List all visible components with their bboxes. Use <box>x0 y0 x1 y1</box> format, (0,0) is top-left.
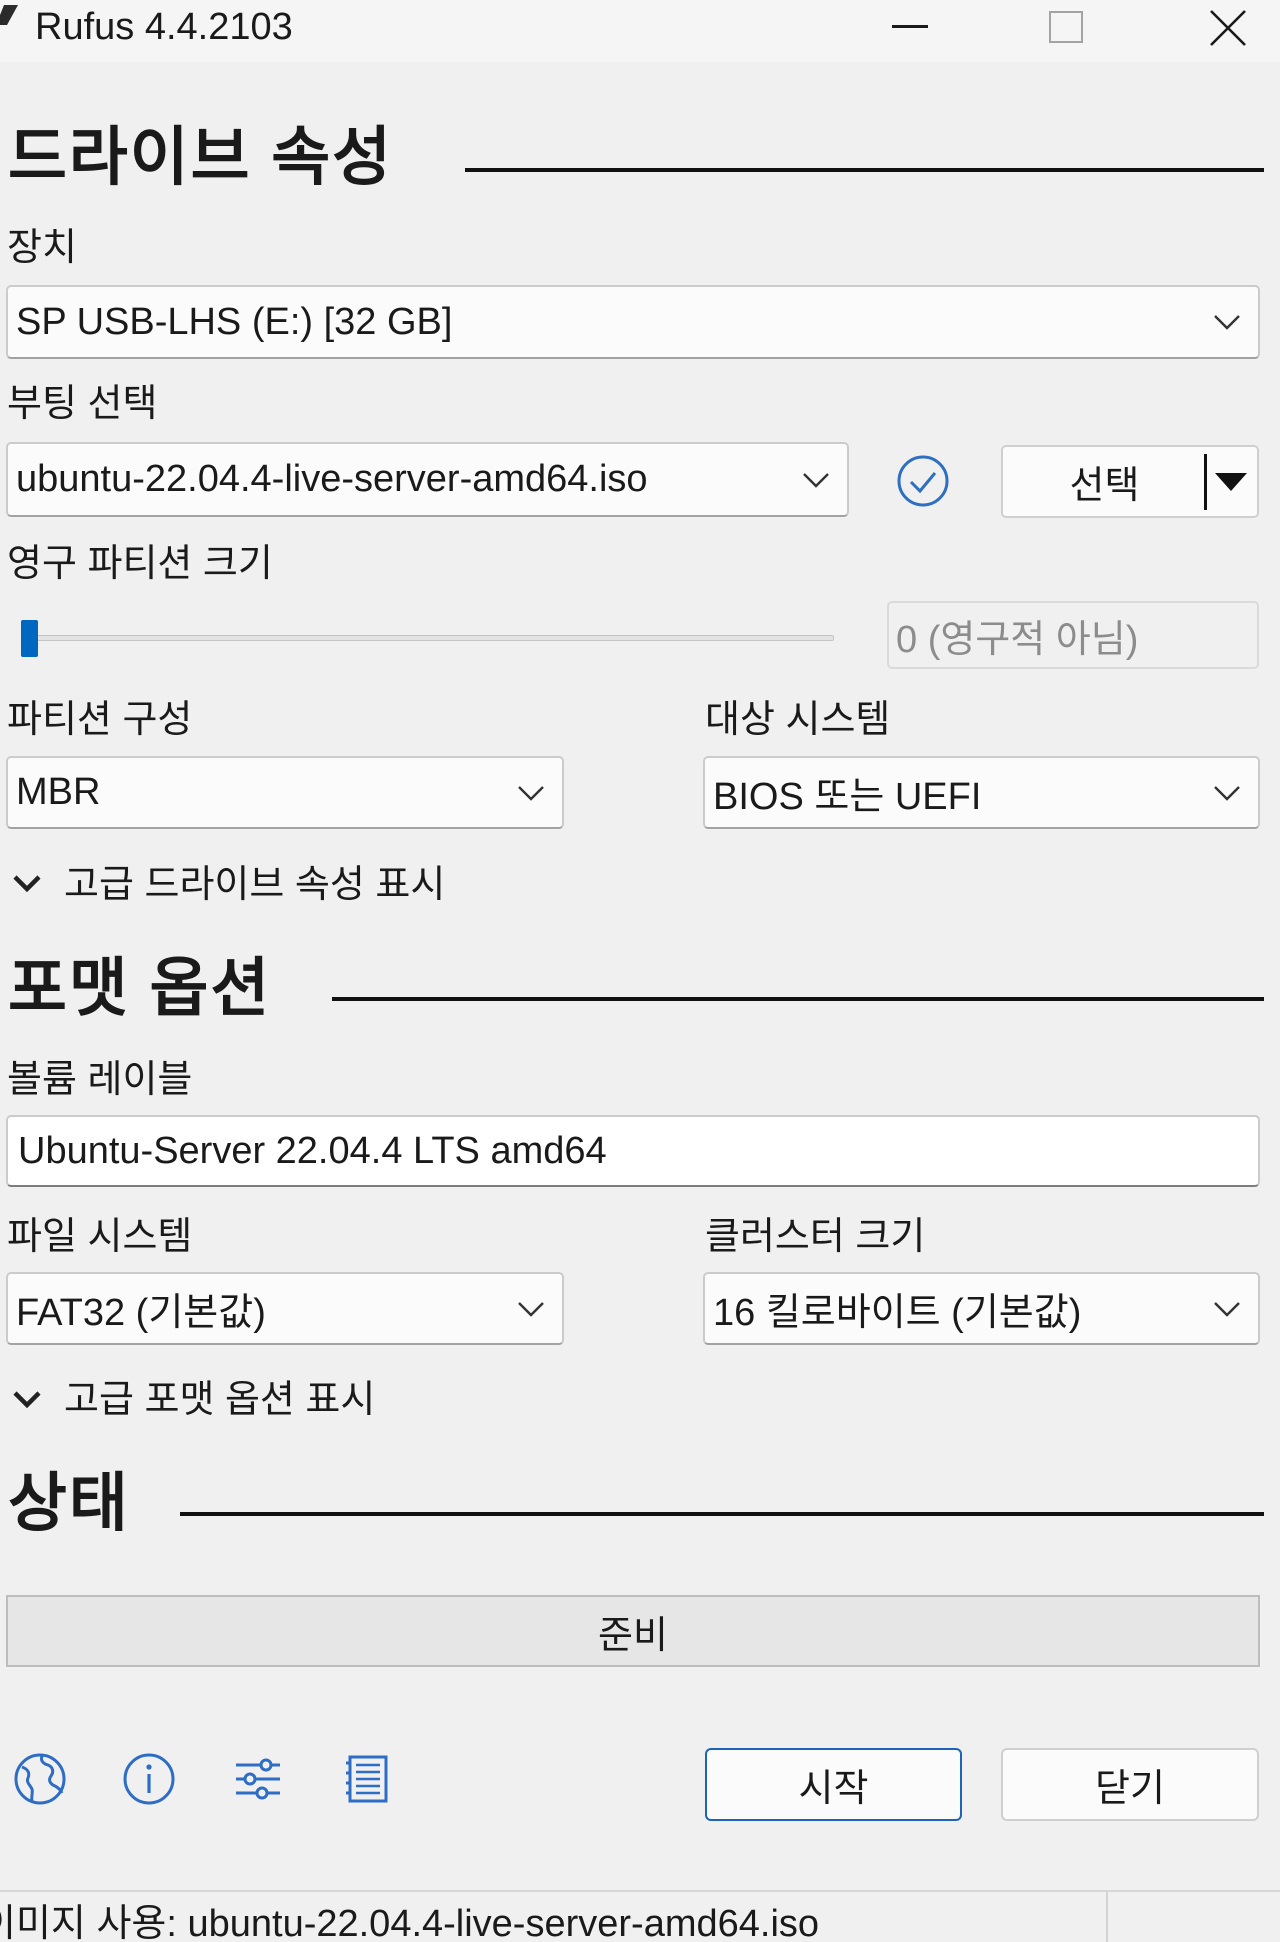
cluster-size-value: 16 킬로바이트 (기본값) <box>713 1292 1082 1334</box>
dropdown-arrow-icon[interactable] <box>1215 473 1247 491</box>
persistent-partition-label: 영구 파티션 크기 <box>7 543 273 585</box>
check-circle-icon <box>897 455 949 507</box>
log-icon[interactable] <box>340 1751 396 1807</box>
file-system-label: 파일 시스템 <box>7 1216 193 1258</box>
chevron-down-icon <box>803 472 829 488</box>
boot-selection-value: ubuntu-22.04.4-live-server-amd64.iso <box>16 458 648 500</box>
chevron-down-icon <box>1214 315 1240 330</box>
format-options-divider <box>332 997 1264 1001</box>
progress-bar: 준비 <box>6 1595 1260 1667</box>
persistent-partition-slider[interactable] <box>25 635 834 641</box>
globe-icon[interactable] <box>12 1751 68 1807</box>
cluster-size-label: 클러스터 크기 <box>705 1216 926 1258</box>
drive-properties-heading: 드라이브 속성 <box>8 121 394 193</box>
info-icon[interactable] <box>121 1751 177 1807</box>
partition-scheme-value: MBR <box>16 771 101 813</box>
persistent-partition-text: 0 (영구적 아님) <box>896 618 1139 661</box>
device-select[interactable]: SP USB-LHS (E:) [32 GB] <box>6 285 1260 359</box>
persistent-partition-value: 0 (영구적 아님) <box>887 601 1259 669</box>
expand-chevron-icon[interactable] <box>12 1390 42 1408</box>
expand-chevron-icon[interactable] <box>12 874 42 892</box>
chevron-down-icon <box>1214 785 1240 801</box>
chevron-down-icon <box>1214 1301 1240 1317</box>
cluster-size-select[interactable]: 16 킬로바이트 (기본값) <box>703 1272 1260 1345</box>
status-divider <box>180 1512 1264 1516</box>
rufus-icon <box>0 5 18 25</box>
format-options-heading: 포맷 옵션 <box>8 952 272 1024</box>
boot-selection-label: 부팅 선택 <box>7 383 158 425</box>
status-heading: 상태 <box>8 1467 130 1539</box>
device-label: 장치 <box>7 227 77 269</box>
drive-properties-divider <box>465 168 1264 172</box>
volume-label-value: Ubuntu-Server 22.04.4 LTS amd64 <box>18 1129 607 1172</box>
title-bar: Rufus 4.4.2103 <box>0 0 1280 62</box>
settings-icon[interactable] <box>230 1751 286 1807</box>
advanced-format-toggle[interactable]: 고급 포맷 옵션 표시 <box>64 1381 375 1419</box>
minimize-button[interactable] <box>884 6 936 50</box>
status-bar: 이미지 사용: ubuntu-22.04.4-live-server-amd64… <box>0 1890 1280 1942</box>
chevron-down-icon <box>518 785 544 801</box>
file-system-select[interactable]: FAT32 (기본값) <box>6 1272 564 1345</box>
target-system-label: 대상 시스템 <box>705 699 891 741</box>
close-icon <box>1210 10 1246 46</box>
close-window-button[interactable] <box>1200 4 1256 52</box>
status-bar-separator <box>1106 1892 1108 1942</box>
partition-scheme-label: 파티션 구성 <box>7 699 193 741</box>
split-divider <box>1204 454 1207 510</box>
select-image-button[interactable]: 선택 <box>1001 445 1259 518</box>
partition-scheme-select[interactable]: MBR <box>6 756 564 829</box>
advanced-drive-toggle[interactable]: 고급 드라이브 속성 표시 <box>64 866 445 904</box>
target-system-value: BIOS 또는 UEFI <box>713 776 982 818</box>
volume-label-input[interactable]: Ubuntu-Server 22.04.4 LTS amd64 <box>6 1115 1260 1187</box>
status-bar-text: 이미지 사용: ubuntu-22.04.4-live-server-amd64… <box>0 1903 820 1942</box>
boot-selection-select[interactable]: ubuntu-22.04.4-live-server-amd64.iso <box>6 442 849 517</box>
close-button[interactable]: 닫기 <box>1001 1748 1259 1821</box>
chevron-down-icon <box>518 1301 544 1317</box>
minimize-icon <box>892 25 928 28</box>
maximize-icon <box>1049 11 1083 43</box>
volume-label-label: 볼륨 레이블 <box>7 1059 193 1101</box>
device-value: SP USB-LHS (E:) [32 GB] <box>16 300 453 343</box>
slider-thumb[interactable] <box>21 620 38 657</box>
start-button[interactable]: 시작 <box>705 1748 962 1821</box>
window-title: Rufus 4.4.2103 <box>35 6 293 48</box>
progress-text: 준비 <box>598 1614 668 1657</box>
select-image-label: 선택 <box>1069 465 1140 507</box>
file-system-value: FAT32 (기본값) <box>16 1292 266 1334</box>
target-system-select[interactable]: BIOS 또는 UEFI <box>703 756 1260 829</box>
maximize-button[interactable] <box>1041 4 1091 50</box>
